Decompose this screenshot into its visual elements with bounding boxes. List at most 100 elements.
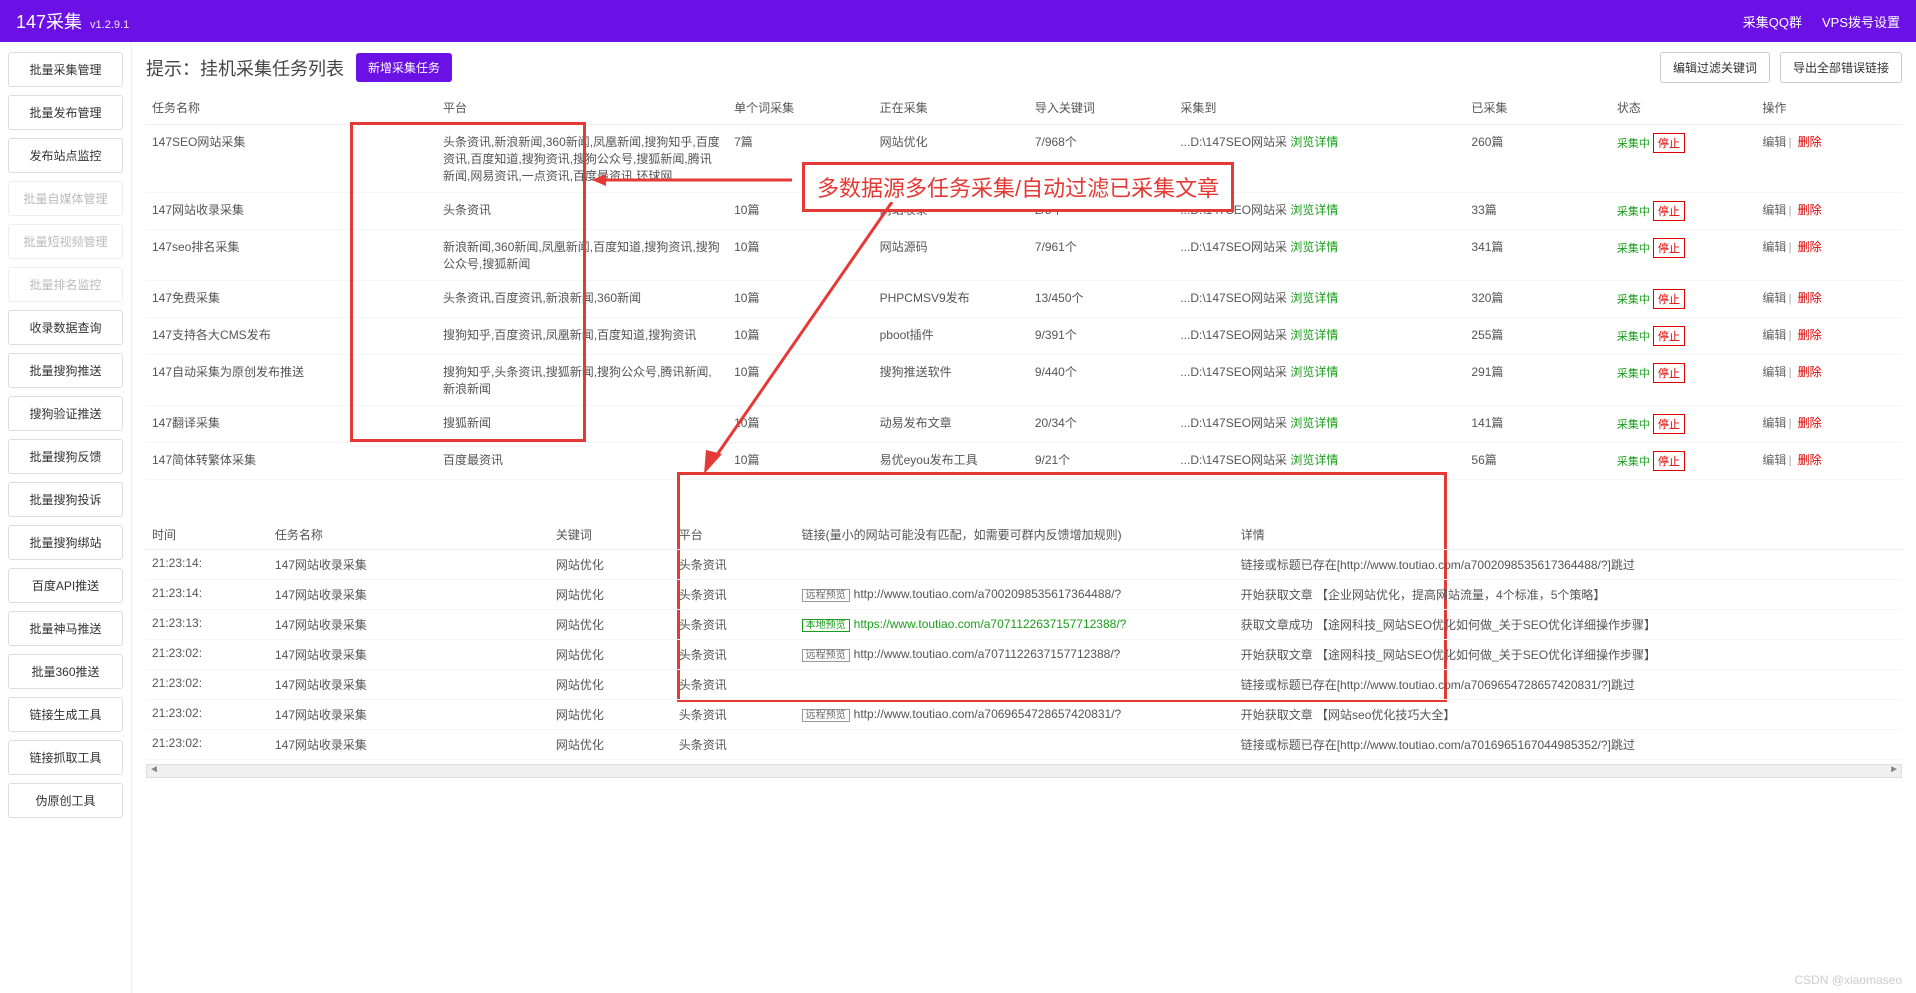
- edit-link[interactable]: 编辑: [1762, 291, 1786, 305]
- delete-link[interactable]: 删除: [1798, 328, 1822, 342]
- stop-button[interactable]: 停止: [1653, 451, 1685, 471]
- vps-settings-link[interactable]: VPS拨号设置: [1822, 12, 1900, 31]
- edit-link[interactable]: 编辑: [1762, 328, 1786, 342]
- sidebar-item-9[interactable]: 批量搜狗反馈: [8, 439, 123, 474]
- table-row[interactable]: 147简体转繁体采集百度最资讯10篇易优eyou发布工具9/21个...D:\1…: [146, 443, 1902, 480]
- stop-button[interactable]: 停止: [1653, 363, 1685, 383]
- remote-preview-tag[interactable]: 远程预览: [802, 589, 850, 602]
- table-row[interactable]: 147翻译采集搜狐新闻10篇动易发布文章20/34个...D:\147SEO网站…: [146, 406, 1902, 443]
- browse-link[interactable]: 浏览详情: [1290, 203, 1338, 217]
- delete-link[interactable]: 删除: [1798, 203, 1822, 217]
- browse-link[interactable]: 浏览详情: [1290, 135, 1338, 149]
- log-detail: 开始获取文章 【网站seo优化技巧大全】: [1235, 700, 1902, 730]
- cell-imported: 20/34个: [1029, 406, 1175, 443]
- cell-collected: 56篇: [1465, 443, 1611, 480]
- table-row[interactable]: 147自动采集为原创发布推送搜狗知乎,头条资讯,搜狐新闻,搜狗公众号,腾讯新闻,…: [146, 355, 1902, 406]
- browse-link[interactable]: 浏览详情: [1290, 416, 1338, 430]
- delete-link[interactable]: 删除: [1798, 453, 1822, 467]
- log-detail: 开始获取文章 【途网科技_网站SEO优化如何做_关于SEO优化详细操作步骤】: [1235, 640, 1902, 670]
- local-preview-tag[interactable]: 本地预览: [802, 619, 850, 632]
- sidebar-item-7[interactable]: 批量搜狗推送: [8, 353, 123, 388]
- log-row: 21:23:13:147网站收录采集网站优化头条资讯本地预览https://ww…: [146, 610, 1902, 640]
- sidebar-item-3: 批量自媒体管理: [8, 181, 123, 216]
- delete-link[interactable]: 删除: [1798, 416, 1822, 430]
- browse-link[interactable]: 浏览详情: [1290, 453, 1338, 467]
- cell-status: 采集中停止: [1611, 230, 1757, 281]
- log-time: 21:23:14:: [146, 550, 269, 580]
- log-detail: 链接或标题已存在[http://www.toutiao.com/a7002098…: [1235, 550, 1902, 580]
- task-table: 任务名称 平台 单个词采集 正在采集 导入关键词 采集到 已采集 状态 操作 1…: [146, 91, 1902, 480]
- log-keyword: 网站优化: [550, 550, 673, 580]
- stop-button[interactable]: 停止: [1653, 201, 1685, 221]
- log-keyword: 网站优化: [550, 700, 673, 730]
- cell-imported: 9/21个: [1029, 443, 1175, 480]
- stop-button[interactable]: 停止: [1653, 133, 1685, 153]
- browse-link[interactable]: 浏览详情: [1290, 328, 1338, 342]
- sidebar-item-10[interactable]: 批量搜狗投诉: [8, 482, 123, 517]
- remote-preview-tag[interactable]: 远程预览: [802, 649, 850, 662]
- delete-link[interactable]: 删除: [1798, 135, 1822, 149]
- edit-link[interactable]: 编辑: [1762, 365, 1786, 379]
- cell-collected: 33篇: [1465, 193, 1611, 230]
- cell-to: ...D:\147SEO网站采 浏览详情: [1174, 355, 1465, 406]
- export-errors-button[interactable]: 导出全部错误链接: [1780, 52, 1902, 83]
- sidebar-item-16[interactable]: 链接抓取工具: [8, 740, 123, 775]
- log-col-detail: 详情: [1235, 520, 1902, 550]
- delete-link[interactable]: 删除: [1798, 291, 1822, 305]
- cell-platform: 百度最资讯: [437, 443, 728, 480]
- cell-name: 147seo排名采集: [146, 230, 437, 281]
- cell-single: 10篇: [728, 230, 874, 281]
- sidebar-item-13[interactable]: 批量神马推送: [8, 611, 123, 646]
- log-link: [796, 550, 1235, 580]
- cell-platform: 搜狗知乎,百度资讯,凤凰新闻,百度知道,搜狗资讯: [437, 318, 728, 355]
- log-col-platform: 平台: [673, 520, 796, 550]
- sidebar-item-15[interactable]: 链接生成工具: [8, 697, 123, 732]
- log-keyword: 网站优化: [550, 730, 673, 760]
- cell-imported: 13/450个: [1029, 281, 1175, 318]
- sidebar-item-17[interactable]: 伪原创工具: [8, 783, 123, 818]
- sidebar-item-8[interactable]: 搜狗验证推送: [8, 396, 123, 431]
- log-detail: 获取文章成功 【途网科技_网站SEO优化如何做_关于SEO优化详细操作步骤】: [1235, 610, 1902, 640]
- edit-link[interactable]: 编辑: [1762, 240, 1786, 254]
- edit-link[interactable]: 编辑: [1762, 416, 1786, 430]
- new-task-button[interactable]: 新增采集任务: [356, 53, 452, 82]
- log-time: 21:23:02:: [146, 640, 269, 670]
- sidebar-item-1[interactable]: 批量发布管理: [8, 95, 123, 130]
- sidebar: 批量采集管理批量发布管理发布站点监控批量自媒体管理批量短视频管理批量排名监控收录…: [0, 42, 132, 993]
- stop-button[interactable]: 停止: [1653, 326, 1685, 346]
- sidebar-item-14[interactable]: 批量360推送: [8, 654, 123, 689]
- cell-single: 10篇: [728, 443, 874, 480]
- log-row: 21:23:02:147网站收录采集网站优化头条资讯链接或标题已存在[http:…: [146, 670, 1902, 700]
- edit-link[interactable]: 编辑: [1762, 203, 1786, 217]
- sidebar-item-12[interactable]: 百度API推送: [8, 568, 123, 603]
- table-row[interactable]: 147支持各大CMS发布搜狗知乎,百度资讯,凤凰新闻,百度知道,搜狗资讯10篇p…: [146, 318, 1902, 355]
- browse-link[interactable]: 浏览详情: [1290, 291, 1338, 305]
- sidebar-item-6[interactable]: 收录数据查询: [8, 310, 123, 345]
- edit-filter-button[interactable]: 编辑过滤关键词: [1660, 52, 1770, 83]
- cell-imported: 9/440个: [1029, 355, 1175, 406]
- cell-op: 编辑|删除: [1756, 355, 1902, 406]
- annotation-text: 多数据源多任务采集/自动过滤已采集文章: [802, 162, 1234, 212]
- edit-link[interactable]: 编辑: [1762, 135, 1786, 149]
- cell-status: 采集中停止: [1611, 443, 1757, 480]
- qq-group-link[interactable]: 采集QQ群: [1743, 12, 1802, 31]
- log-time: 21:23:13:: [146, 610, 269, 640]
- edit-link[interactable]: 编辑: [1762, 453, 1786, 467]
- cell-name: 147支持各大CMS发布: [146, 318, 437, 355]
- horizontal-scrollbar[interactable]: [146, 764, 1902, 778]
- log-time: 21:23:14:: [146, 580, 269, 610]
- browse-link[interactable]: 浏览详情: [1290, 240, 1338, 254]
- delete-link[interactable]: 删除: [1798, 240, 1822, 254]
- table-row[interactable]: 147seo排名采集新浪新闻,360新闻,凤凰新闻,百度知道,搜狗资讯,搜狗公众…: [146, 230, 1902, 281]
- sidebar-item-0[interactable]: 批量采集管理: [8, 52, 123, 87]
- cell-to: ...D:\147SEO网站采 浏览详情: [1174, 230, 1465, 281]
- browse-link[interactable]: 浏览详情: [1290, 365, 1338, 379]
- remote-preview-tag[interactable]: 远程预览: [802, 709, 850, 722]
- sidebar-item-2[interactable]: 发布站点监控: [8, 138, 123, 173]
- delete-link[interactable]: 删除: [1798, 365, 1822, 379]
- table-row[interactable]: 147免费采集头条资讯,百度资讯,新浪新闻,360新闻10篇PHPCMSV9发布…: [146, 281, 1902, 318]
- stop-button[interactable]: 停止: [1653, 414, 1685, 434]
- sidebar-item-11[interactable]: 批量搜狗绑站: [8, 525, 123, 560]
- stop-button[interactable]: 停止: [1653, 238, 1685, 258]
- stop-button[interactable]: 停止: [1653, 289, 1685, 309]
